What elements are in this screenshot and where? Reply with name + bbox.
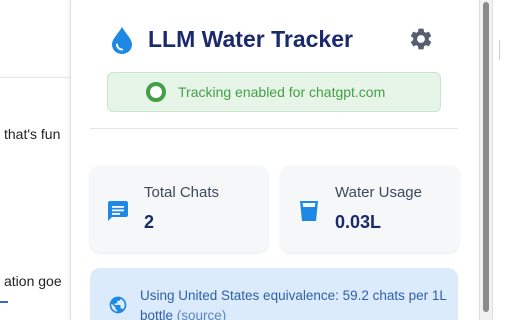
background-divider	[499, 40, 500, 60]
total-chats-label: Total Chats	[144, 184, 220, 201]
popup-scrollbar-thumb[interactable]	[483, 2, 489, 312]
background-link-underline	[0, 301, 8, 303]
globe-icon	[109, 296, 127, 314]
chat-icon	[108, 201, 128, 221]
tracking-status-text: Tracking enabled for chatgpt.com	[178, 84, 386, 100]
tracking-status-banner: Tracking enabled for chatgpt.com	[107, 72, 441, 112]
app-title: LLM Water Tracker	[148, 26, 353, 52]
background-right-panel	[492, 0, 512, 320]
source-link[interactable]: (source)	[177, 308, 227, 320]
equivalence-info-text: Using United States equivalence: 59.2 ch…	[140, 286, 450, 320]
popup-header: LLM Water Tracker	[110, 24, 450, 56]
gear-icon[interactable]	[408, 26, 434, 52]
section-divider	[90, 128, 458, 129]
equivalence-info-box: Using United States equivalence: 59.2 ch…	[90, 268, 458, 320]
background-text-line: that's fun	[4, 126, 61, 142]
total-chats-card: Total Chats 2	[90, 166, 268, 252]
status-indicator-icon	[146, 82, 166, 102]
cup-icon	[300, 201, 318, 221]
water-usage-card: Water Usage 0.03L	[281, 166, 459, 252]
water-usage-label: Water Usage	[335, 184, 422, 201]
water-usage-value: 0.03L	[335, 212, 382, 232]
total-chats-value: 2	[144, 212, 155, 232]
background-text-line: ation goe	[4, 273, 62, 289]
water-drop-icon	[112, 27, 132, 54]
